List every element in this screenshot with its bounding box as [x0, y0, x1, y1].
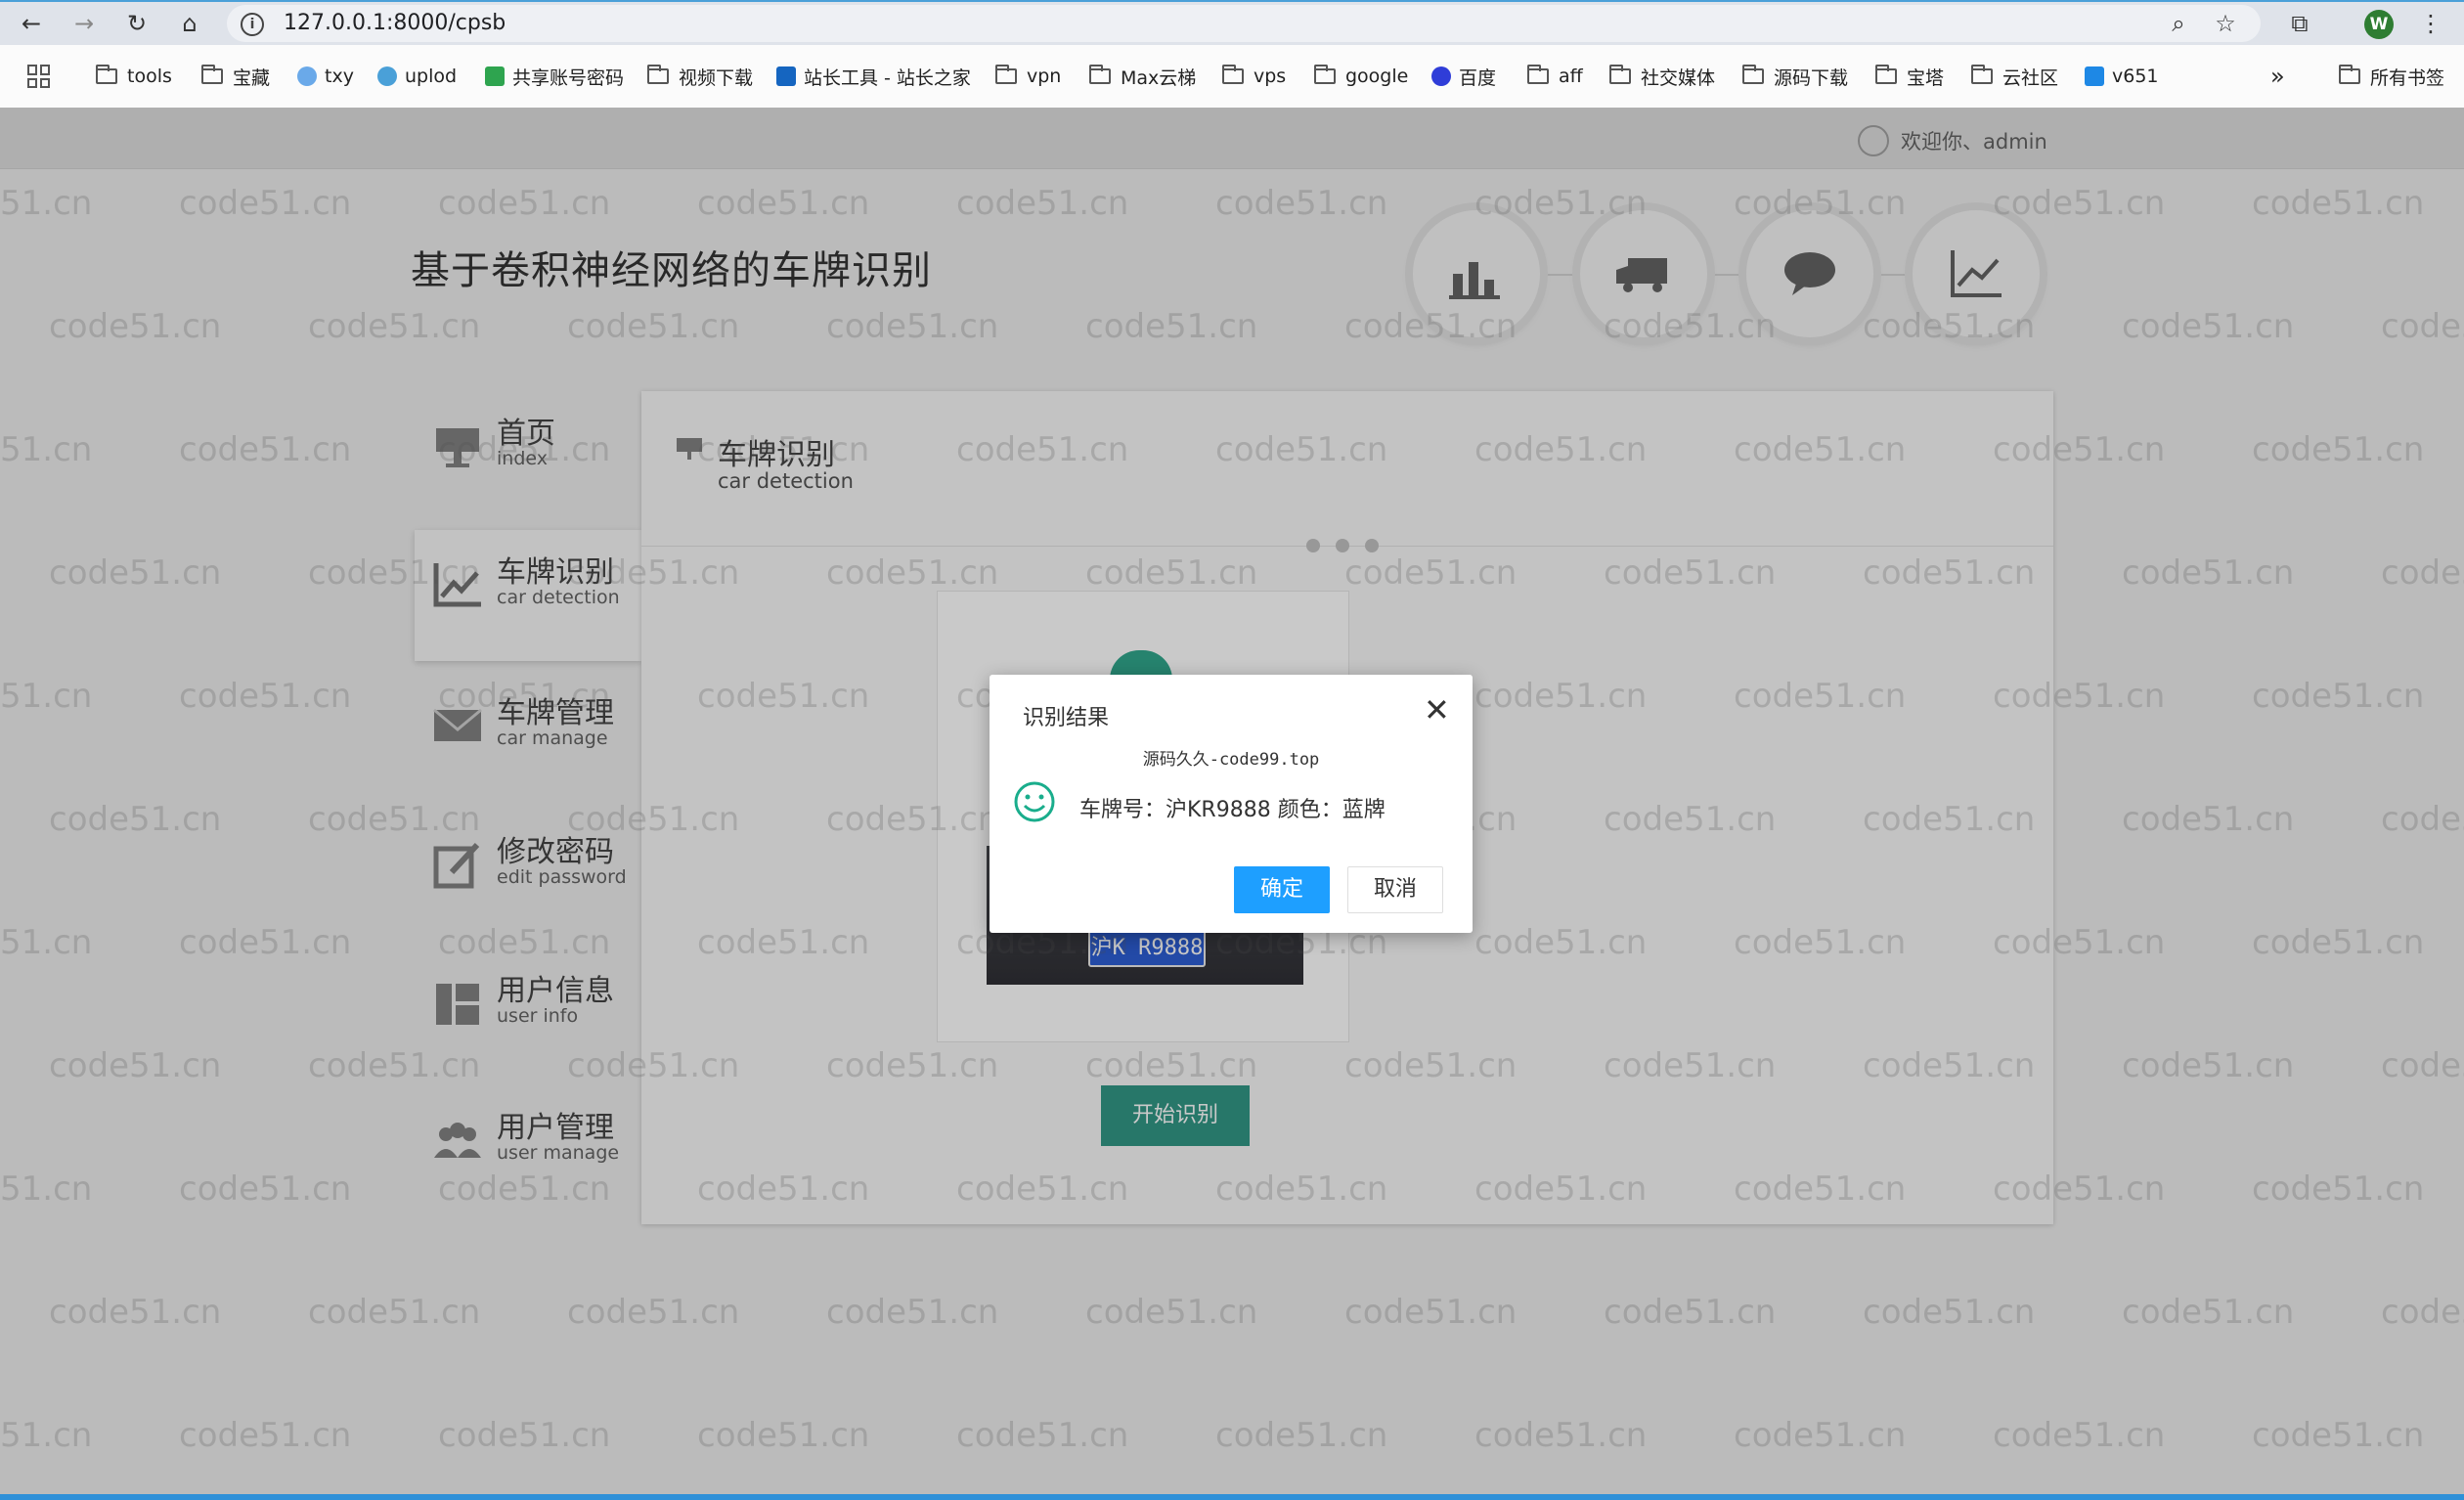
bookmark-social[interactable]: 社交媒体 [1609, 63, 1715, 90]
folder-icon [1609, 65, 1631, 84]
all-bookmarks[interactable]: 所有书签 [2339, 63, 2444, 90]
bookmark-chinaz[interactable]: 站长工具 - 站长之家 [776, 63, 971, 90]
folder-icon [1222, 65, 1244, 84]
bottom-accent-line [0, 1494, 2464, 1500]
smile-icon [1014, 781, 1055, 822]
home-icon[interactable]: ⌂ [174, 8, 205, 39]
bookmark-aff[interactable]: aff [1527, 63, 1583, 90]
cloud-icon [377, 66, 397, 86]
bookmark-shared-accounts[interactable]: 共享账号密码 [485, 63, 624, 90]
reload-icon[interactable]: ↻ [121, 8, 153, 39]
bookmark-uplod[interactable]: uplod [377, 63, 457, 90]
folder-icon [1875, 65, 1897, 84]
cloud-icon [297, 66, 317, 86]
bookmarks-bar: tools 宝藏 txy uplod 共享账号密码 视频下载 站长工具 - 站长… [0, 45, 2464, 109]
bookmark-baozang[interactable]: 宝藏 [201, 63, 270, 90]
profile-avatar[interactable]: W [2364, 10, 2394, 39]
sheet-icon [485, 66, 505, 86]
dialog-subtitle: 源码久久-code99.top [1142, 750, 1320, 770]
address-bar[interactable]: i 127.0.0.1:8000/cpsb [227, 5, 2261, 42]
site-info-icon[interactable]: i [241, 13, 264, 36]
bookmark-vpn[interactable]: vpn [995, 63, 1061, 90]
bookmark-video-download[interactable]: 视频下载 [647, 63, 753, 90]
bookmark-baidu[interactable]: 百度 [1431, 63, 1496, 90]
dialog-message: 车牌号：沪KR9888 颜色：蓝牌 [1079, 798, 1386, 822]
zoom-icon[interactable]: ⌕ [2163, 8, 2194, 39]
forward-icon[interactable]: → [68, 8, 100, 39]
result-dialog: 识别结果 ✕ 源码久久-code99.top 车牌号：沪KR9888 颜色：蓝牌… [990, 675, 1473, 933]
confirm-button[interactable]: 确定 [1234, 866, 1330, 913]
bookmark-baota[interactable]: 宝塔 [1875, 63, 1944, 90]
browser-toolbar: ← → ↻ ⌂ i 127.0.0.1:8000/cpsb ⌕ ☆ ⧉ W ⋮ [0, 0, 2464, 45]
bookmark-max[interactable]: Max云梯 [1089, 63, 1196, 90]
chinaz-icon [776, 66, 796, 86]
folder-icon [96, 65, 117, 84]
extensions-icon[interactable]: ⧉ [2284, 8, 2315, 39]
dialog-title: 识别结果 [1023, 706, 1110, 730]
more-bookmarks-icon[interactable]: » [2270, 63, 2285, 90]
folder-icon [995, 65, 1017, 84]
bookmark-google[interactable]: google [1314, 63, 1408, 90]
apps-grid-icon[interactable] [27, 65, 51, 88]
back-icon[interactable]: ← [16, 8, 47, 39]
folder-icon [1314, 65, 1336, 84]
close-icon[interactable]: ✕ [1424, 694, 1450, 726]
menu-icon[interactable]: ⋮ [2415, 8, 2446, 39]
bookmark-cloud-community[interactable]: 云社区 [1971, 63, 2058, 90]
url-text[interactable]: 127.0.0.1:8000/cpsb [284, 11, 506, 35]
folder-icon [1742, 65, 1764, 84]
baidu-icon [1431, 66, 1451, 86]
folder-icon [1089, 65, 1111, 84]
folder-icon [2339, 65, 2360, 84]
bookmark-vps[interactable]: vps [1222, 63, 1286, 90]
folder-icon [1527, 65, 1549, 84]
bookmark-star-icon[interactable]: ☆ [2210, 8, 2241, 39]
bookmark-v651[interactable]: v651 [2085, 63, 2159, 90]
cancel-button[interactable]: 取消 [1347, 866, 1443, 913]
folder-icon [201, 65, 223, 84]
bookmark-source-download[interactable]: 源码下载 [1742, 63, 1848, 90]
v651-icon [2085, 66, 2104, 86]
folder-icon [647, 65, 669, 84]
folder-icon [1971, 65, 1993, 84]
bookmark-txy[interactable]: txy [297, 63, 354, 90]
bookmark-tools[interactable]: tools [96, 63, 172, 90]
